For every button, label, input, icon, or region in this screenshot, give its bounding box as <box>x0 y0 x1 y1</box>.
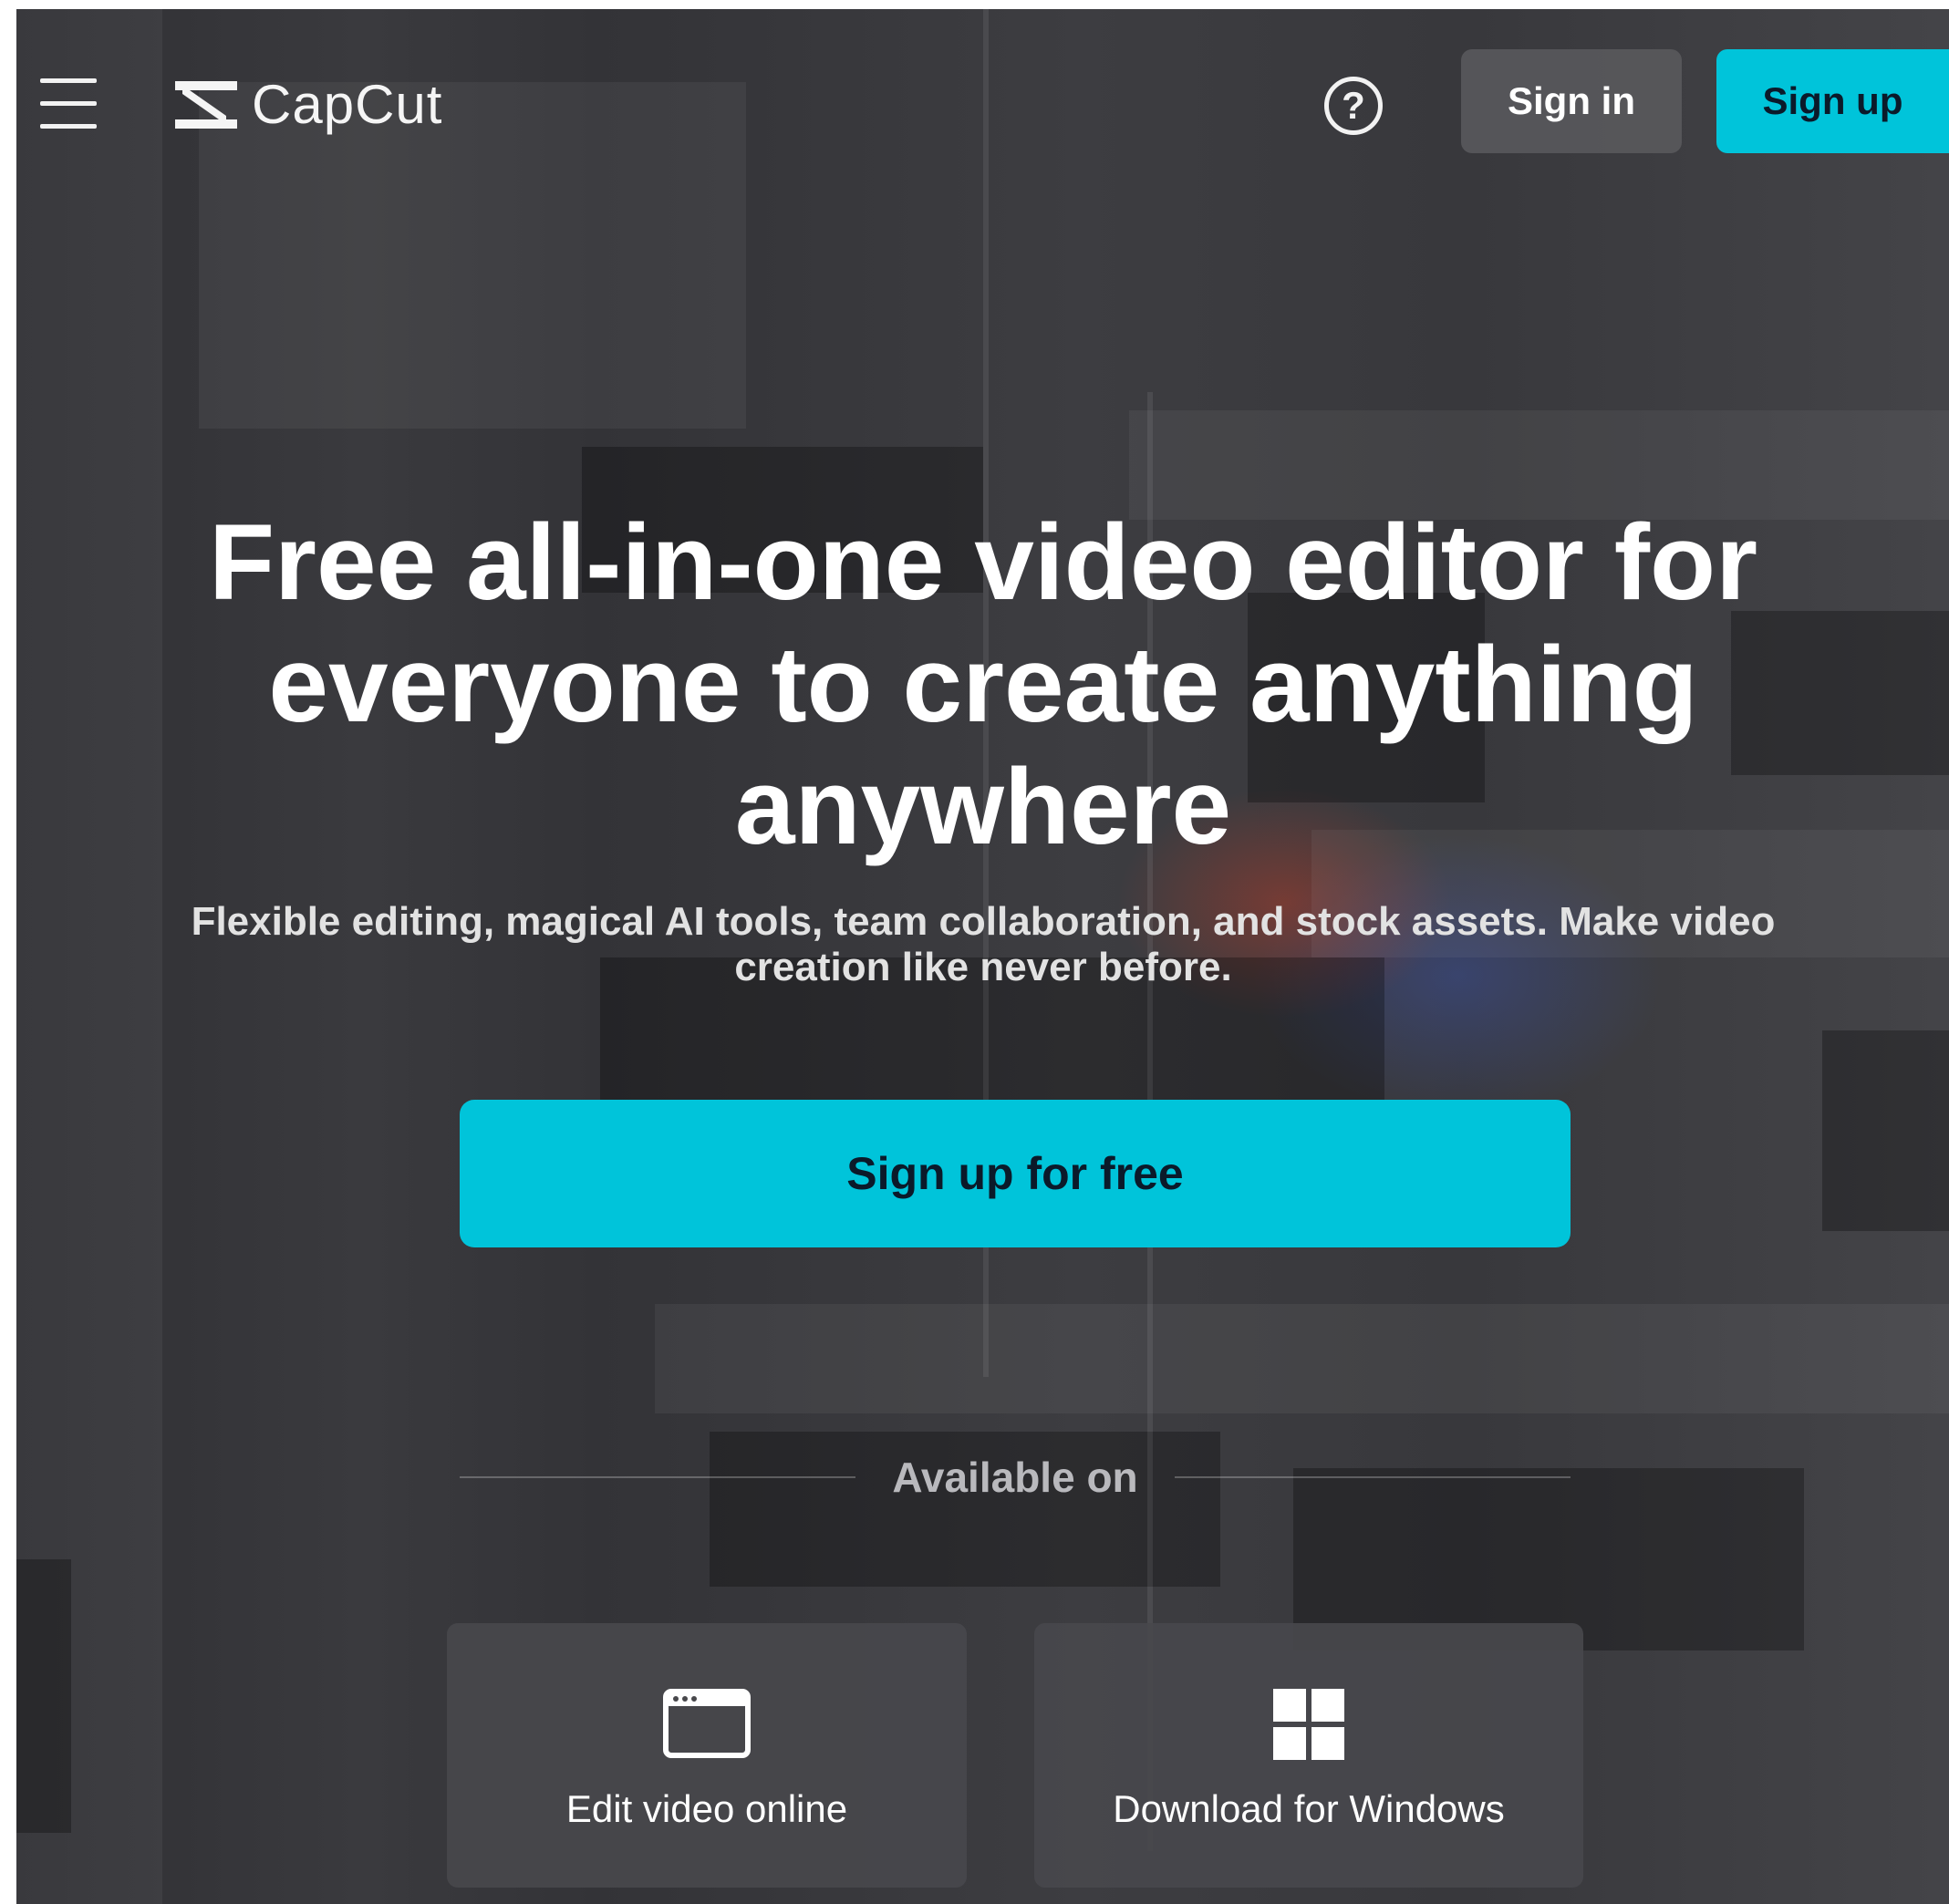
hero-title: Free all-in-one video editor for everyon… <box>208 502 1758 867</box>
hamburger-menu-icon[interactable] <box>40 78 97 129</box>
available-on-divider: Available on <box>460 1450 1571 1505</box>
divider-line-left <box>460 1476 856 1478</box>
edit-video-online-card[interactable]: Edit video online <box>447 1623 967 1888</box>
bg-balcony <box>655 1304 1949 1413</box>
page-frame: CapCut ? Sign in Sign up Free all-in-one… <box>16 9 1949 1904</box>
bg-window <box>1822 1030 1949 1231</box>
sign-up-for-free-button[interactable]: Sign up for free <box>460 1100 1571 1247</box>
logo-wordmark: CapCut <box>252 74 443 135</box>
download-for-windows-label: Download for Windows <box>1113 1787 1505 1830</box>
available-on-label: Available on <box>892 1454 1138 1501</box>
sign-up-button[interactable]: Sign up <box>1716 49 1949 153</box>
top-navigation-bar: CapCut ? Sign in Sign up <box>16 9 1949 201</box>
sign-in-button[interactable]: Sign in <box>1461 49 1682 153</box>
download-for-windows-card[interactable]: Download for Windows <box>1034 1623 1583 1888</box>
browser-window-icon <box>663 1689 751 1758</box>
capcut-logo[interactable]: CapCut <box>170 73 442 136</box>
hero-subtitle: Flexible editing, magical AI tools, team… <box>191 899 1776 989</box>
edit-video-online-label: Edit video online <box>565 1787 848 1830</box>
help-glyph: ? <box>1342 84 1365 127</box>
windows-logo-icon <box>1273 1689 1344 1760</box>
capcut-logo-icon <box>175 80 237 129</box>
bg-shadow <box>16 1559 71 1833</box>
help-question-icon[interactable]: ? <box>1324 77 1383 135</box>
divider-line-right <box>1174 1476 1571 1478</box>
